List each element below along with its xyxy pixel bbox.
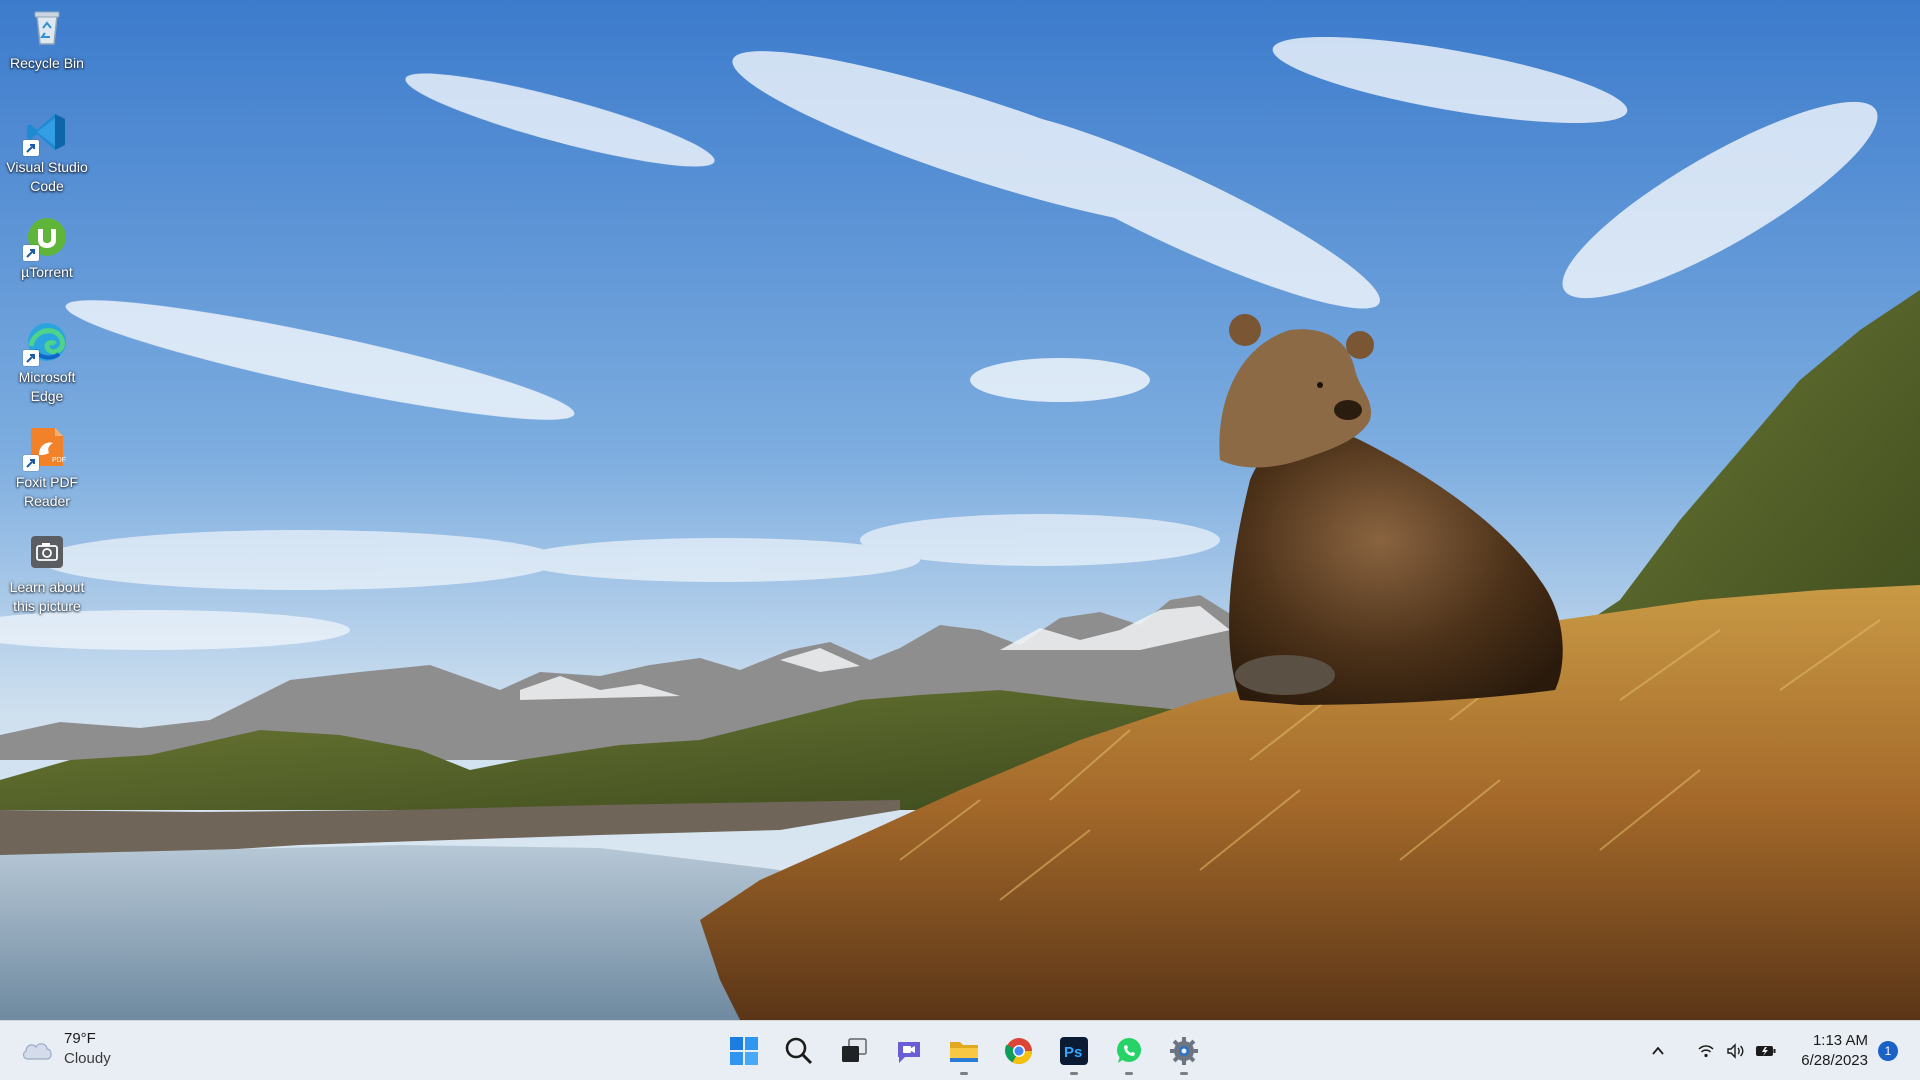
gear-icon (1169, 1037, 1198, 1065)
desktop-icon-utorrent[interactable]: µTorrent (3, 215, 91, 282)
chrome-button[interactable] (991, 1024, 1046, 1078)
shortcut-arrow-icon (23, 455, 39, 471)
shortcut-arrow-icon (23, 140, 39, 156)
system-tray: 1:13 AM 6/28/2023 1 (1643, 1021, 1920, 1081)
camera-icon (25, 530, 69, 574)
running-indicator (1179, 1072, 1188, 1075)
shortcut-arrow-icon (23, 245, 39, 261)
desktop-icon-recycle-bin[interactable]: Recycle Bin (3, 6, 91, 73)
notification-badge[interactable]: 1 (1878, 1041, 1898, 1061)
whatsapp-icon (1116, 1038, 1141, 1063)
wifi-icon (1698, 1045, 1714, 1058)
file-explorer-button[interactable] (936, 1024, 991, 1078)
battery-button[interactable] (1751, 1031, 1781, 1071)
whatsapp-button[interactable] (1101, 1024, 1156, 1078)
cloud-icon (22, 1043, 52, 1060)
desktop-icon-label: Microsoft Edge (18, 369, 76, 404)
weather-temperature: 79°F (64, 1030, 96, 1047)
folder-icon (949, 1042, 978, 1062)
utorrent-icon (23, 215, 69, 261)
speaker-icon (1727, 1043, 1744, 1059)
recycle-bin-icon (25, 6, 69, 50)
chrome-icon (1004, 1038, 1032, 1065)
teams-chat-icon (897, 1042, 920, 1063)
edge-icon (23, 320, 69, 366)
show-hidden-icons-button[interactable] (1643, 1031, 1673, 1071)
desktop-wallpaper (0, 0, 1920, 1020)
clock-time: 1:13 AM (1812, 1032, 1868, 1049)
desktop-icon-vscode[interactable]: Visual Studio Code (3, 110, 91, 196)
svg-text:Ps: Ps (1064, 1044, 1082, 1061)
desktop-icon-edge[interactable]: Microsoft Edge (3, 320, 91, 406)
battery-charging-icon (1756, 1046, 1776, 1056)
windows-logo-icon (729, 1037, 758, 1065)
clock-date: 6/28/2023 (1801, 1052, 1868, 1069)
volume-button[interactable] (1721, 1031, 1751, 1071)
desktop-icon-label: Recycle Bin (10, 55, 84, 71)
search-icon (785, 1037, 812, 1065)
svg-text:PDF: PDF (52, 457, 66, 464)
foxit-pdf-icon: PDF (23, 425, 69, 471)
shortcut-arrow-icon (23, 350, 39, 366)
vscode-icon (23, 110, 69, 156)
desktop-icon-foxit[interactable]: PDF Foxit PDF Reader (3, 425, 91, 511)
weather-widget[interactable]: 79°F Cloudy (20, 1029, 111, 1069)
running-indicator (959, 1072, 968, 1075)
network-button[interactable] (1691, 1031, 1721, 1071)
desktop-icon-label: Foxit PDF Reader (15, 474, 79, 509)
clock[interactable]: 1:13 AM 6/28/2023 (1801, 1031, 1868, 1071)
photoshop-button[interactable]: Ps (1046, 1024, 1101, 1078)
chevron-up-icon (1652, 1046, 1664, 1055)
photoshop-icon: Ps (1059, 1037, 1088, 1065)
desktop-icon-learn-about-picture[interactable]: Learn about this picture (3, 530, 91, 616)
desktop-icon-label: Learn about this picture (9, 579, 85, 614)
running-indicator (1069, 1072, 1078, 1075)
taskbar: 79°F Cloudy Ps 1:13 AM 6/28/2023 1 (0, 1020, 1920, 1080)
chat-button[interactable] (881, 1024, 936, 1078)
desktop-icon-label: µTorrent (21, 264, 73, 280)
task-view-icon (841, 1038, 867, 1062)
start-button[interactable] (716, 1024, 771, 1078)
task-view-button[interactable] (826, 1024, 881, 1078)
weather-condition: Cloudy (64, 1050, 111, 1067)
desktop-icon-label: Visual Studio Code (6, 159, 88, 194)
running-indicator (1124, 1072, 1133, 1075)
taskbar-apps: Ps (716, 1021, 1211, 1081)
settings-button[interactable] (1156, 1024, 1211, 1078)
search-button[interactable] (771, 1024, 826, 1078)
